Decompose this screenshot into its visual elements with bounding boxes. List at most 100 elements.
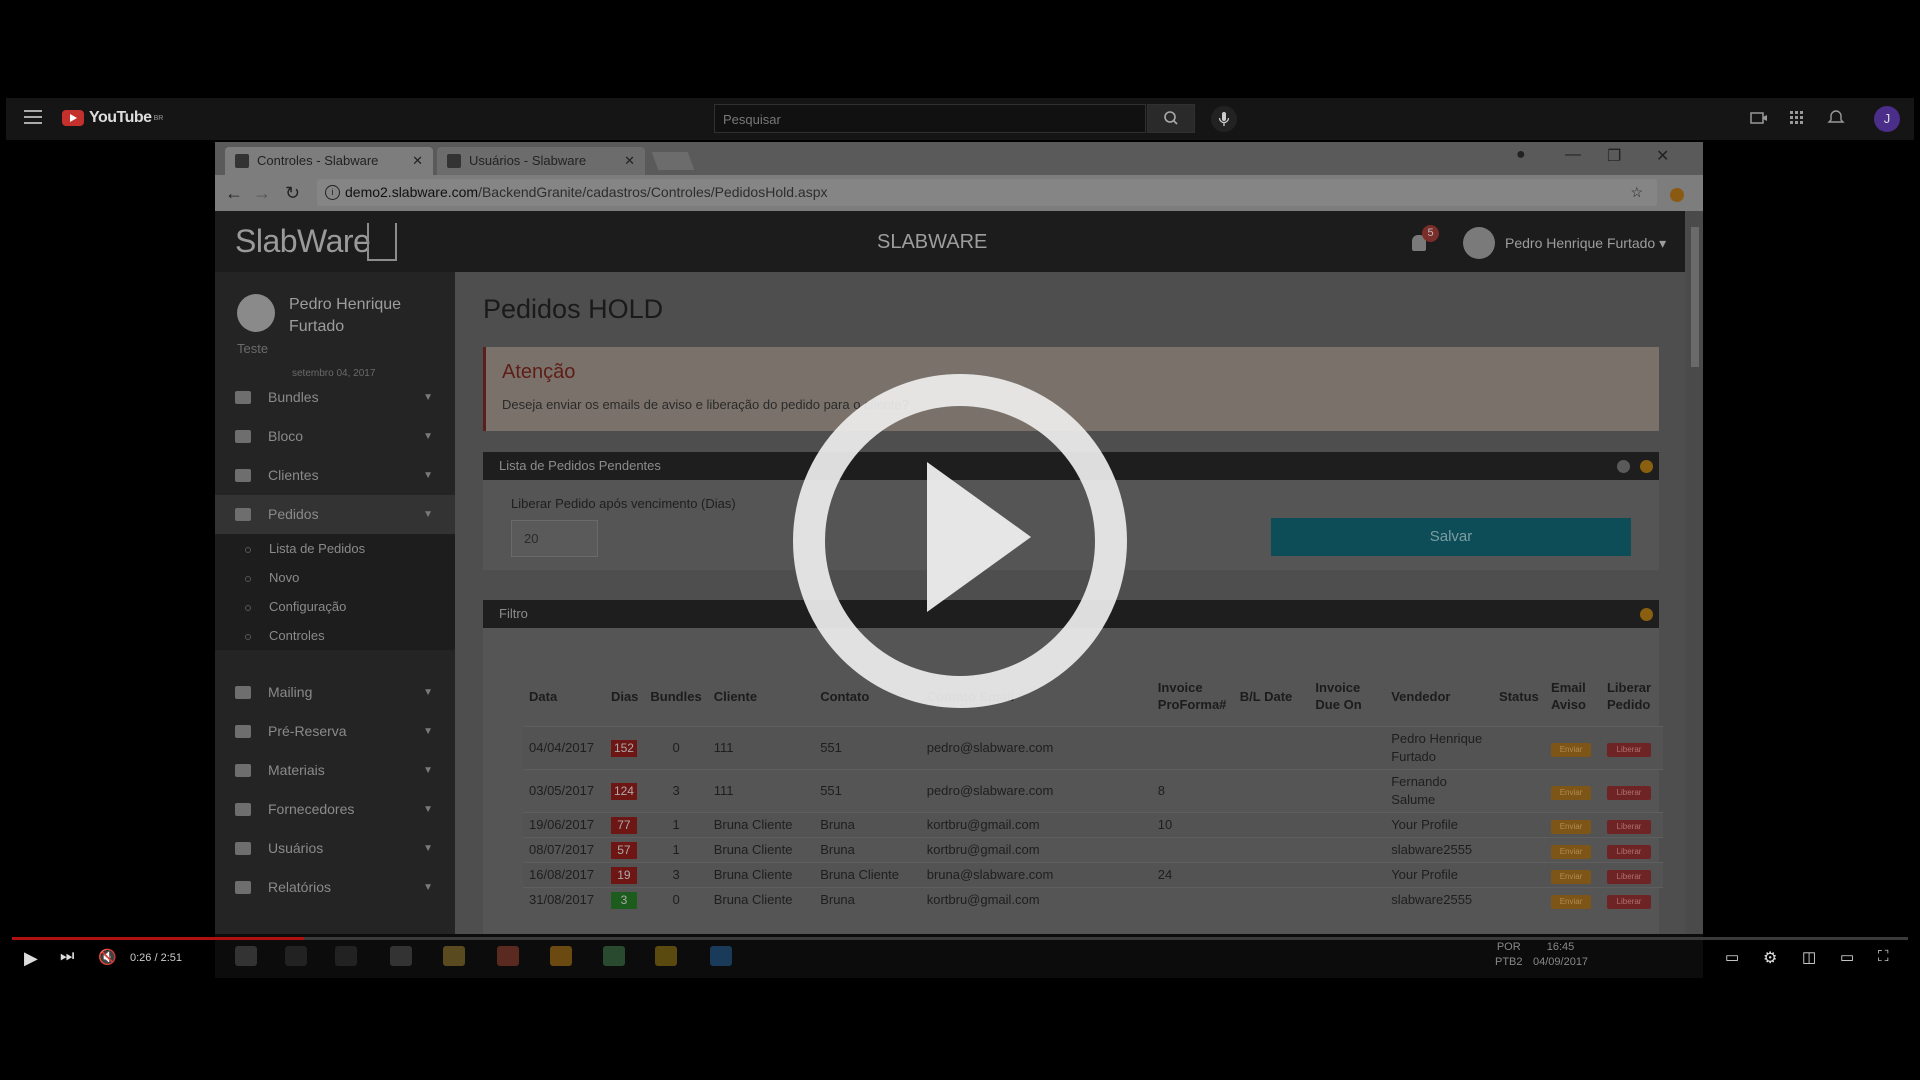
release-order-button[interactable]: Liberar (1606, 870, 1651, 884)
slabware-favicon-icon (235, 154, 249, 168)
sidebar-item-mailing[interactable]: Mailing ▼ (215, 673, 455, 712)
release-order-button[interactable]: Liberar (1606, 786, 1651, 800)
column-header[interactable]: Liberar Pedido (1601, 666, 1663, 727)
menu-icon[interactable] (24, 110, 42, 124)
user-avatar[interactable] (1463, 227, 1495, 259)
column-header[interactable]: B/L Date (1234, 666, 1310, 727)
alert-title: Atenção (502, 361, 576, 383)
bundles-cell: 0 (644, 887, 708, 912)
sidebar-item-usuarios[interactable]: Usuários ▼ (215, 829, 455, 868)
apps-grid-icon[interactable] (1788, 110, 1806, 126)
bl-date-cell (1233, 887, 1310, 912)
send-email-button[interactable]: Enviar (1551, 820, 1592, 834)
big-play-button[interactable] (793, 374, 1127, 708)
next-button-icon[interactable]: ⏭ (60, 948, 74, 966)
fullscreen-icon[interactable]: ⛶ (1878, 948, 1889, 965)
create-video-icon[interactable] (1750, 110, 1768, 126)
voice-search-button[interactable] (1211, 106, 1237, 132)
youtube-logo[interactable]: YouTube BR (62, 109, 163, 127)
page-scrollbar[interactable] (1687, 211, 1703, 934)
theater-mode-icon[interactable]: ▭ (1840, 948, 1854, 966)
sidebar-item-clientes[interactable]: Clientes ▼ (215, 456, 455, 495)
back-arrow-icon[interactable]: ← (225, 183, 243, 204)
send-email-button[interactable]: Enviar (1551, 786, 1592, 800)
column-header[interactable]: Data (523, 666, 605, 727)
bundles-cell: 3 (644, 769, 708, 813)
play-button-icon[interactable]: ▶ (24, 948, 38, 969)
days-cell: 124 (604, 769, 645, 813)
site-info-icon[interactable]: i (325, 185, 340, 200)
chrome-icon (497, 946, 519, 966)
sidebar-item-bloco[interactable]: Bloco ▼ (215, 417, 455, 456)
send-email-button[interactable]: Enviar (1551, 870, 1592, 884)
release-order-button[interactable]: Liberar (1606, 820, 1651, 834)
send-email-button[interactable]: Enviar (1551, 743, 1592, 757)
release-order-button[interactable]: Liberar (1606, 845, 1651, 859)
email-cell: kortbru@gmail.com (920, 887, 1152, 912)
new-tab-button[interactable] (651, 152, 695, 170)
release-order-button[interactable]: Liberar (1606, 743, 1651, 757)
send-email-button[interactable]: Enviar (1551, 845, 1592, 859)
forward-arrow-icon[interactable]: → (253, 183, 271, 204)
sidebar-item-materiais[interactable]: Materiais ▼ (215, 751, 455, 790)
release-cell: Liberar (1600, 837, 1663, 863)
subtitles-icon[interactable]: ▭ (1725, 948, 1739, 966)
release-cell: Liberar (1600, 769, 1663, 813)
miniplayer-icon[interactable]: ◫ (1802, 948, 1816, 966)
scrollbar-thumb[interactable] (1691, 227, 1699, 367)
minimize-icon[interactable]: — (1565, 146, 1581, 164)
search-button[interactable] (1147, 104, 1195, 133)
extension-icon[interactable] (1670, 188, 1684, 202)
collapse-icon[interactable] (1640, 460, 1653, 473)
sidebar-item-pedidos[interactable]: Pedidos ▼ (215, 495, 455, 534)
expand-icon[interactable] (1617, 460, 1630, 473)
close-window-icon[interactable]: ✕ (1656, 146, 1669, 166)
reload-icon[interactable]: ↻ (285, 183, 300, 204)
save-button[interactable]: Salvar (1271, 518, 1631, 556)
slabware-logo[interactable]: SlabWare (235, 223, 371, 260)
column-header[interactable]: Vendedor (1385, 666, 1493, 727)
region-code: BR (153, 114, 164, 122)
release-days-input[interactable]: 20 (511, 520, 598, 557)
restore-icon[interactable]: ❐ (1607, 146, 1621, 166)
browser-tab-usuarios[interactable]: Usuários - Slabware ✕ (437, 147, 645, 175)
sidebar-item-bundles[interactable]: Bundles ▼ (215, 378, 455, 417)
sidebar-item-pre-reserva[interactable]: Pré-Reserva ▼ (215, 712, 455, 751)
mute-icon[interactable]: 🔇 (98, 948, 117, 966)
collapse-icon[interactable] (1640, 608, 1653, 621)
submenu-novo[interactable]: Novo (215, 563, 455, 592)
sidebar-item-relatorios[interactable]: Relatórios ▼ (215, 868, 455, 907)
column-header[interactable]: Invoice Due On (1309, 666, 1385, 727)
chevron-down-icon: ▼ (423, 509, 433, 520)
search-input[interactable]: Pesquisar (714, 104, 1146, 133)
notifications-bell-icon[interactable] (1827, 110, 1845, 126)
account-avatar[interactable]: J (1874, 106, 1900, 132)
days-badge: 57 (610, 842, 637, 859)
column-header[interactable]: Email Aviso (1545, 666, 1601, 727)
close-tab-icon[interactable]: ✕ (412, 147, 423, 175)
due-on-cell (1309, 812, 1386, 838)
url-field[interactable]: i demo2.slabware.com/BackendGranite/cada… (317, 179, 1657, 206)
send-email-button[interactable]: Enviar (1551, 895, 1592, 909)
column-header[interactable]: Status (1493, 666, 1545, 727)
settings-gear-icon[interactable]: ⚙ (1763, 948, 1777, 968)
profile-icon[interactable]: ● (1516, 146, 1526, 164)
submenu-controles[interactable]: Controles (215, 621, 455, 650)
contact-cell: 551 (814, 769, 921, 813)
release-order-button[interactable]: Liberar (1606, 895, 1651, 909)
submenu-lista-de-pedidos[interactable]: Lista de Pedidos (215, 534, 455, 563)
column-header[interactable]: Dias (605, 666, 644, 727)
address-bar-row: ← → ↻ i demo2.slabware.com/BackendGranit… (215, 175, 1703, 211)
browser-tab-controles[interactable]: Controles - Slabware ✕ (225, 147, 433, 175)
sidebar-item-fornecedores[interactable]: Fornecedores ▼ (215, 790, 455, 829)
panel-title: Lista de Pedidos Pendentes (499, 458, 661, 473)
close-tab-icon[interactable]: ✕ (624, 147, 635, 175)
progress-bar[interactable] (12, 937, 1908, 940)
windows-taskbar: POR PTB2 16:45 04/09/2017 (215, 934, 1703, 978)
column-header[interactable]: Bundles (644, 666, 707, 727)
user-menu[interactable]: Pedro Henrique Furtado ▾ (1505, 235, 1666, 252)
submenu-configuracao[interactable]: Configuração (215, 592, 455, 621)
column-header[interactable]: Cliente (708, 666, 814, 727)
bookmark-star-icon[interactable]: ☆ (1630, 179, 1643, 206)
column-header[interactable]: Invoice ProForma# (1152, 666, 1234, 727)
